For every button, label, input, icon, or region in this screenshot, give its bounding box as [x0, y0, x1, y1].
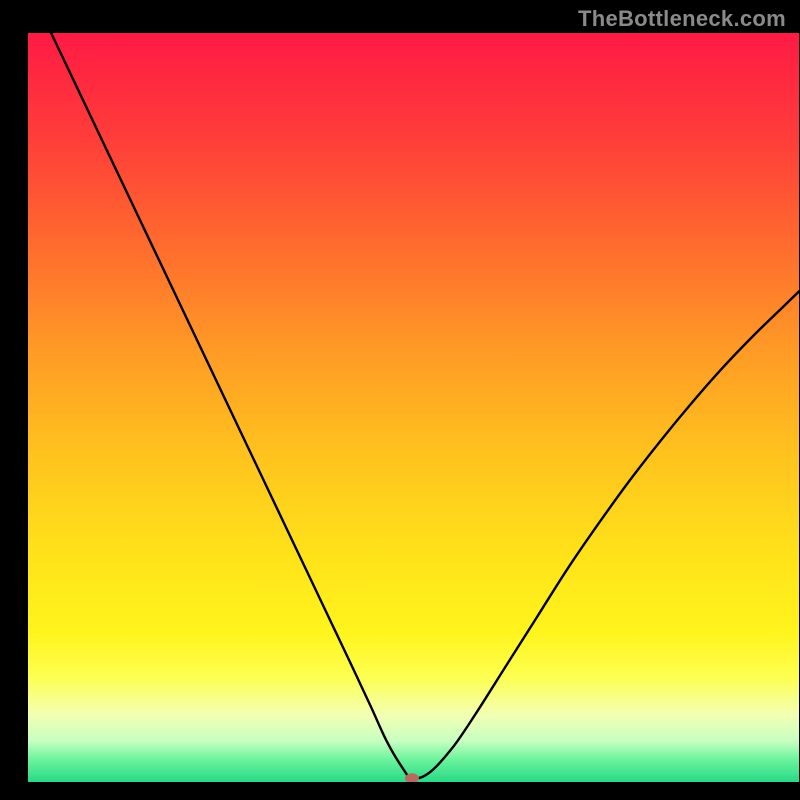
chart-root: TheBottleneck.com: [0, 0, 800, 800]
watermark-text: TheBottleneck.com: [578, 6, 786, 32]
bottleneck-chart: [0, 0, 800, 800]
minimum-marker: [405, 773, 419, 783]
plot-background: [28, 33, 799, 782]
